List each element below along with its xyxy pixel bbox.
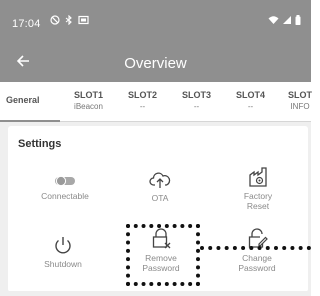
cloud-upload-icon — [149, 172, 171, 188]
tab-slot1-sub: iBeacon — [74, 102, 103, 111]
tab-slot3-sub: -- — [193, 102, 200, 111]
connectable-label: Connectable — [41, 191, 89, 201]
tab-slot2[interactable]: SLOT2 -- — [128, 90, 157, 112]
highlight-connector — [200, 246, 311, 250]
change-password-label: Change Password — [238, 253, 276, 273]
status-bar: 17:04 — [0, 0, 311, 44]
tab-general-label: General — [6, 95, 40, 105]
tab-slot2-label: SLOT2 — [128, 90, 158, 100]
ota-label: OTA — [151, 193, 169, 203]
tab-slot5[interactable]: SLOT INFO — [288, 90, 312, 112]
tab-slot1[interactable]: SLOT1 iBeacon — [74, 90, 103, 112]
battery-icon — [295, 15, 301, 25]
factory-reset-icon — [249, 167, 267, 187]
connectable-toggle[interactable]: Connectable — [30, 174, 100, 201]
cast-icon — [78, 15, 89, 25]
tab-slot4-sub: -- — [247, 102, 254, 111]
status-left-icons — [50, 15, 89, 25]
power-icon — [55, 237, 71, 254]
change-password-button[interactable]: Change Password — [222, 228, 292, 273]
do-not-disturb-icon — [50, 15, 60, 25]
app-bar: Overview — [0, 44, 311, 82]
tab-slot4[interactable]: SLOT4 -- — [236, 90, 265, 112]
shutdown-label: Shutdown — [44, 259, 82, 269]
toggle-icon — [55, 175, 75, 187]
tab-slot1-label: SLOT1 — [74, 90, 104, 100]
tab-slot3-label: SLOT3 — [182, 90, 212, 100]
tab-slot5-label: SLOT — [288, 90, 312, 100]
settings-title: Settings — [18, 138, 62, 150]
tab-slot3[interactable]: SLOT3 -- — [182, 90, 211, 112]
tab-bar: General SLOT1 iBeacon SLOT2 -- SLOT3 -- … — [0, 82, 312, 122]
ota-button[interactable]: OTA — [125, 170, 195, 203]
factory-reset-button[interactable]: Factory Reset — [223, 166, 293, 211]
status-time: 17:04 — [12, 18, 41, 30]
page-title: Overview — [124, 55, 187, 72]
signal-icon — [283, 16, 291, 24]
wifi-icon — [268, 16, 279, 24]
status-right-icons — [268, 15, 301, 25]
next-card-edge — [0, 291, 311, 296]
highlight-box — [126, 224, 200, 286]
tab-slot4-label: SLOT4 — [236, 90, 266, 100]
factory-reset-label: Factory Reset — [243, 191, 273, 211]
bluetooth-icon — [65, 15, 72, 25]
tab-slot2-sub: -- — [139, 102, 146, 111]
tab-general[interactable]: General — [0, 95, 60, 122]
shutdown-button[interactable]: Shutdown — [28, 234, 98, 269]
tab-slot5-sub: INFO — [290, 102, 310, 111]
